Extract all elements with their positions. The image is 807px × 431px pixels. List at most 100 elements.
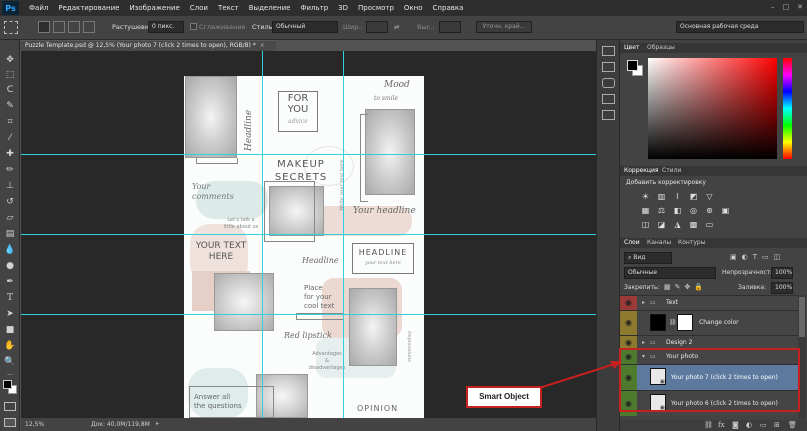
menu-filter[interactable]: Фильтр: [295, 4, 333, 12]
crop-tool-icon[interactable]: ⌗: [4, 116, 16, 128]
scrollbar-thumb[interactable]: [799, 297, 805, 337]
zoom-tool-icon[interactable]: 🔍: [4, 356, 16, 368]
photo-placeholder-2[interactable]: [365, 109, 415, 195]
posterize-icon[interactable]: ◪: [656, 220, 667, 229]
new-group-icon[interactable]: ▭: [760, 421, 767, 429]
screen-mode-icon[interactable]: [4, 418, 16, 427]
eraser-tool-icon[interactable]: ▱: [4, 212, 16, 224]
tab-swatches[interactable]: Образцы: [647, 44, 675, 51]
photo-placeholder-1[interactable]: [185, 76, 237, 158]
info-panel-icon[interactable]: [602, 78, 615, 88]
photo-filter-icon[interactable]: ◎: [688, 206, 699, 215]
layer-row-change-color[interactable]: ◉ ⛓ Change color: [620, 310, 798, 335]
menu-select[interactable]: Выделение: [244, 4, 296, 12]
hue-saturation-icon[interactable]: ▦: [640, 206, 651, 215]
blend-mode-select[interactable]: Обычные: [624, 267, 716, 279]
rectangle-tool-icon[interactable]: ■: [4, 324, 16, 336]
layer-row-text[interactable]: ◉ ▸ ▭ Text: [620, 295, 798, 310]
tab-channels[interactable]: Каналы: [647, 239, 671, 246]
move-tool-icon[interactable]: ✥: [4, 54, 16, 66]
character-panel-icon[interactable]: [602, 94, 615, 104]
exposure-icon[interactable]: ◩: [688, 192, 699, 201]
zoom-level[interactable]: 12,5%: [25, 421, 44, 428]
marquee-preset-icon[interactable]: [4, 21, 18, 34]
vertical-guide-2[interactable]: [343, 51, 344, 418]
invert-icon[interactable]: ◫: [640, 220, 651, 229]
opacity-input[interactable]: 100%: [771, 267, 793, 279]
type-tool-icon[interactable]: T: [4, 292, 16, 304]
document-tab[interactable]: Puzzle Template.psd @ 12,5% (Your photo …: [21, 40, 276, 51]
menu-layer[interactable]: Слои: [185, 4, 213, 12]
menu-type[interactable]: Текст: [213, 4, 244, 12]
layer-style-icon[interactable]: fx: [718, 421, 725, 429]
pen-tool-icon[interactable]: ✒: [4, 276, 16, 288]
menu-view[interactable]: Просмотр: [353, 4, 399, 12]
gradient-tool-icon[interactable]: ▤: [4, 228, 16, 240]
path-select-tool-icon[interactable]: ➤: [4, 308, 16, 320]
height-input[interactable]: [439, 21, 461, 33]
antialias-checkbox[interactable]: [190, 23, 197, 30]
history-panel-icon[interactable]: [602, 46, 615, 56]
dodge-tool-icon[interactable]: ●: [4, 260, 16, 272]
menu-window[interactable]: Окно: [399, 4, 428, 12]
link-icon[interactable]: ⛓: [669, 319, 677, 326]
threshold-icon[interactable]: ◮: [672, 220, 683, 229]
feather-input[interactable]: 0 пикс.: [148, 21, 184, 33]
blur-tool-icon[interactable]: 💧: [4, 244, 16, 256]
healing-brush-tool-icon[interactable]: ✚: [4, 148, 16, 160]
curves-icon[interactable]: ⌇: [672, 192, 683, 201]
workspace-select[interactable]: Основная рабочая среда: [676, 21, 804, 33]
visibility-eye-icon[interactable]: ◉: [620, 311, 637, 335]
hue-slider[interactable]: [783, 58, 792, 159]
visibility-eye-icon[interactable]: ◉: [620, 296, 637, 310]
menu-help[interactable]: Справка: [428, 4, 469, 12]
photo-placeholder-5[interactable]: [349, 288, 397, 366]
quick-select-tool-icon[interactable]: ✎: [4, 100, 16, 112]
new-selection-icon[interactable]: [38, 21, 50, 33]
document-canvas[interactable]: FOR YOU advice Headline Mood to smile MA…: [21, 51, 596, 418]
fg-color-swatch[interactable]: [627, 60, 638, 71]
layer-row-design-2[interactable]: ◉ ▸ ▭ Design 2: [620, 335, 798, 349]
menu-3d[interactable]: 3D: [333, 4, 353, 12]
quick-mask-icon[interactable]: [4, 402, 16, 411]
tab-styles[interactable]: Стили: [662, 167, 681, 174]
brush-tool-icon[interactable]: ✏: [4, 164, 16, 176]
horizontal-guide-2[interactable]: [21, 234, 596, 235]
black-white-icon[interactable]: ◧: [672, 206, 683, 215]
layer-filter-icons[interactable]: ▣◐T▭◫: [730, 253, 785, 261]
swap-icon[interactable]: ⇄: [394, 23, 399, 31]
channel-mixer-icon[interactable]: ⊛: [704, 206, 715, 215]
lock-icons[interactable]: ▦✎✥🔒: [664, 283, 707, 291]
tab-color[interactable]: Цвет: [624, 44, 639, 51]
minimize-icon[interactable]: –: [771, 3, 775, 13]
levels-icon[interactable]: ▥: [656, 192, 667, 201]
eyedropper-tool-icon[interactable]: ⁄: [4, 132, 16, 144]
menu-edit[interactable]: Редактирование: [53, 4, 124, 12]
new-adjustment-icon[interactable]: ◐: [746, 421, 752, 429]
clone-stamp-tool-icon[interactable]: ⊥: [4, 180, 16, 192]
paragraph-panel-icon[interactable]: [602, 110, 615, 120]
close-document-icon[interactable]: ×: [260, 42, 265, 49]
horizontal-guide-1[interactable]: [21, 154, 596, 155]
hand-tool-icon[interactable]: ✋: [4, 340, 16, 352]
status-arrow-icon[interactable]: ▸: [156, 420, 159, 427]
menu-image[interactable]: Изображение: [124, 4, 184, 12]
brightness-icon[interactable]: ☀: [640, 192, 651, 201]
tab-paths[interactable]: Контуры: [678, 239, 705, 246]
tab-layers[interactable]: Слои: [624, 239, 640, 246]
width-input[interactable]: [366, 21, 388, 33]
tab-adjustments[interactable]: Коррекция: [624, 167, 658, 174]
color-lookup-icon[interactable]: ▣: [720, 206, 731, 215]
color-balance-icon[interactable]: ⚖: [656, 206, 667, 215]
layer-filter-select[interactable]: ⌕ Вид: [624, 252, 672, 264]
lasso-tool-icon[interactable]: ᑕ: [4, 84, 16, 96]
color-field[interactable]: [648, 58, 777, 159]
close-window-icon[interactable]: ✕: [797, 3, 803, 13]
style-select[interactable]: Обычный: [272, 21, 338, 33]
properties-panel-icon[interactable]: [602, 62, 615, 72]
add-mask-icon[interactable]: ◙: [732, 421, 739, 429]
photo-placeholder-4[interactable]: [214, 273, 274, 331]
menu-file[interactable]: Файл: [24, 4, 53, 12]
vibrance-icon[interactable]: ▽: [704, 192, 715, 201]
expand-arrow-icon[interactable]: ▸: [642, 339, 645, 346]
